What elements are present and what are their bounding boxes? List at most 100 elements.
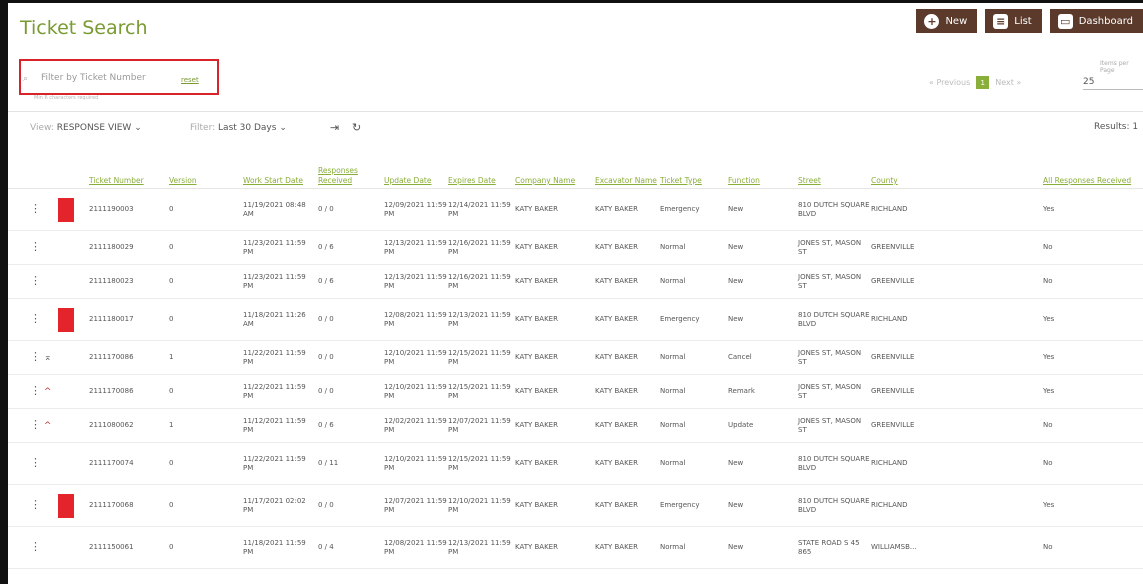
row-menu-icon[interactable]: ⋮ (8, 274, 41, 287)
plus-icon: + (924, 13, 940, 29)
update-date-cell: 12/07/2021 11:59 PM (384, 484, 448, 527)
version-cell: 0 (169, 374, 243, 409)
ticket-number-cell[interactable]: 2111170086 (89, 374, 169, 409)
flag-cell (58, 340, 89, 375)
ticket-number-cell[interactable]: 2111170086 (89, 340, 169, 375)
work-start-date-cell: 11/23/2021 11:59 PM (243, 264, 318, 299)
excavator-name-cell: KATY BAKER (595, 442, 660, 485)
row-menu-icon[interactable]: ⋮ (8, 456, 41, 469)
filter-hint: Min 6 characters required (34, 95, 99, 101)
previous-page-link[interactable]: « Previous (929, 78, 970, 87)
all-responses-cell: No (1043, 264, 1143, 299)
row-menu-icon[interactable]: ⋮ (8, 540, 41, 553)
function-header[interactable]: Function (728, 143, 798, 189)
emergency-flag-icon (58, 307, 74, 332)
update-date-cell: 12/08/2021 11:59 PM (384, 298, 448, 341)
expires-date-cell: 12/15/2021 11:59 PM (448, 340, 515, 375)
county-header[interactable]: County (871, 143, 1043, 189)
work-start-date-header[interactable]: Work Start Date (243, 143, 318, 189)
new-button[interactable]: + New (916, 9, 978, 33)
ticket-number-cell[interactable]: 2111150061 (89, 526, 169, 569)
ticket-type-cell: Normal (660, 374, 728, 409)
ticket-number-cell[interactable]: 2111170074 (89, 442, 169, 485)
street-header[interactable]: Street (798, 143, 871, 189)
version-cell: 0 (169, 442, 243, 485)
table-row[interactable]: ⋮ 2111180017 0 11/18/2021 11:26 AM 0 / 0 12/0… (8, 298, 1143, 341)
company-name-header[interactable]: Company Name (515, 143, 595, 189)
version-cell: 0 (169, 264, 243, 299)
version-header[interactable]: Version (169, 143, 243, 189)
row-menu-icon[interactable]: ⋮ (8, 202, 41, 215)
table-row[interactable]: ⋮ 2111170068 0 11/17/2021 02:02 PM 0 / 0 12/0… (8, 484, 1143, 527)
company-name-cell: KATY BAKER (515, 374, 595, 409)
county-cell: GREENVILLE (871, 264, 1043, 299)
dashboard-button[interactable]: ▭ Dashboard (1049, 9, 1143, 33)
ticket-type-header[interactable]: Ticket Type (660, 143, 728, 189)
current-page[interactable]: 1 (976, 76, 990, 89)
ticket-number-header[interactable]: Ticket Number (89, 143, 169, 189)
street-cell: 810 DUTCH SQUARE BLVD (798, 188, 871, 231)
ticket-number-cell[interactable]: 2111180029 (89, 230, 169, 265)
flag-cell (58, 408, 89, 443)
table-row[interactable]: ⋮ ^ 2111080062 1 11/12/2021 11:59 PM 0 / 6 12… (8, 408, 1143, 443)
ticket-number-cell[interactable]: 2111190003 (89, 188, 169, 231)
row-menu-cell: ⋮ (8, 264, 58, 299)
table-row[interactable]: ⋮ ^ 2111170086 0 11/22/2021 11:59 PM 0 / 0 12… (8, 374, 1143, 409)
list-button[interactable]: ≡ List (985, 9, 1042, 33)
flag-cell (58, 442, 89, 485)
table-row[interactable]: ⋮ 2111180029 0 11/23/2021 11:59 PM 0 / 6 12/1… (8, 230, 1143, 265)
ticket-table-body: ⋮ 2111190003 0 11/19/2021 08:48 AM 0 / 0 12/0… (8, 188, 1143, 569)
date-filter-select[interactable]: Filter: Last 30 Days ⌄ (190, 123, 287, 133)
update-date-cell: 12/13/2021 11:59 PM (384, 230, 448, 265)
flag-cell (58, 188, 89, 231)
work-start-date-cell: 11/23/2021 11:59 PM (243, 230, 318, 265)
table-row[interactable]: ⋮ 2111190003 0 11/19/2021 08:48 AM 0 / 0 12/0… (8, 188, 1143, 231)
refresh-icon[interactable]: ↻ (352, 121, 361, 134)
next-page-link[interactable]: Next » (995, 78, 1021, 87)
ticket-number-cell[interactable]: 2111180017 (89, 298, 169, 341)
view-value: RESPONSE VIEW (56, 123, 132, 133)
list-icon: ≡ (993, 13, 1009, 29)
update-date-cell: 12/10/2021 11:59 PM (384, 374, 448, 409)
ticket-table: Ticket Number Version Work Start Date Re… (8, 143, 1143, 569)
view-select[interactable]: View: RESPONSE VIEW ⌄ (30, 123, 142, 133)
ticket-number-cell[interactable]: 2111170068 (89, 484, 169, 527)
row-menu-icon[interactable]: ⋮ (8, 240, 41, 253)
ticket-number-filter-input[interactable]: Filter by Ticket Number (41, 73, 146, 83)
row-menu-icon[interactable]: ⋮ (8, 418, 41, 431)
row-menu-icon[interactable]: ⋮ (8, 312, 41, 325)
work-start-date-cell: 11/22/2021 11:59 PM (243, 374, 318, 409)
results-count: Results: 1 (1094, 122, 1139, 132)
expires-date-cell: 12/15/2021 11:59 PM (448, 442, 515, 485)
street-cell: JONES ST, MASON ST (798, 408, 871, 443)
street-cell: JONES ST, MASON ST (798, 340, 871, 375)
work-start-date-cell: 11/17/2021 02:02 PM (243, 484, 318, 527)
update-date-header[interactable]: Update Date (384, 143, 448, 189)
ticket-type-cell: Normal (660, 526, 728, 569)
ticket-number-cell[interactable]: 2111080062 (89, 408, 169, 443)
excavator-name-cell: KATY BAKER (595, 484, 660, 527)
all-responses-received-header[interactable]: All Responses Received (1043, 143, 1143, 189)
row-menu-icon[interactable]: ⋮ (8, 384, 41, 397)
county-cell: GREENVILLE (871, 340, 1043, 375)
responses-received-cell: 0 / 4 (318, 526, 384, 569)
expires-date-header[interactable]: Expires Date (448, 143, 515, 189)
reset-link[interactable]: reset (181, 76, 199, 84)
ticket-number-cell[interactable]: 2111180023 (89, 264, 169, 299)
excavator-name-header[interactable]: Excavator Name (595, 143, 660, 189)
ticket-type-cell: Emergency (660, 188, 728, 231)
table-row[interactable]: ⋮ 2111170074 0 11/22/2021 11:59 PM 0 / 11 12/… (8, 442, 1143, 485)
export-icon[interactable]: ⇥ (330, 121, 339, 134)
row-menu-icon[interactable]: ⋮ (8, 350, 41, 363)
all-responses-cell: Yes (1043, 188, 1143, 231)
items-per-page-select[interactable]: 25 (1083, 77, 1143, 90)
table-row[interactable]: ⋮ ⌅ 2111170086 1 11/22/2021 11:59 PM 0 / 0 12… (8, 340, 1143, 375)
update-date-cell: 12/09/2021 11:59 PM (384, 188, 448, 231)
filter-label: Filter: (190, 123, 216, 133)
table-row[interactable]: ⋮ 2111180023 0 11/23/2021 11:59 PM 0 / 6 12/1… (8, 264, 1143, 299)
expires-date-cell: 12/16/2021 11:59 PM (448, 264, 515, 299)
table-row[interactable]: ⋮ 2111150061 0 11/18/2021 11:59 PM 0 / 4 12/0… (8, 526, 1143, 569)
responses-received-header[interactable]: Responses Received (318, 143, 384, 189)
row-menu-icon[interactable]: ⋮ (8, 498, 41, 511)
responses-received-cell: 0 / 0 (318, 298, 384, 341)
